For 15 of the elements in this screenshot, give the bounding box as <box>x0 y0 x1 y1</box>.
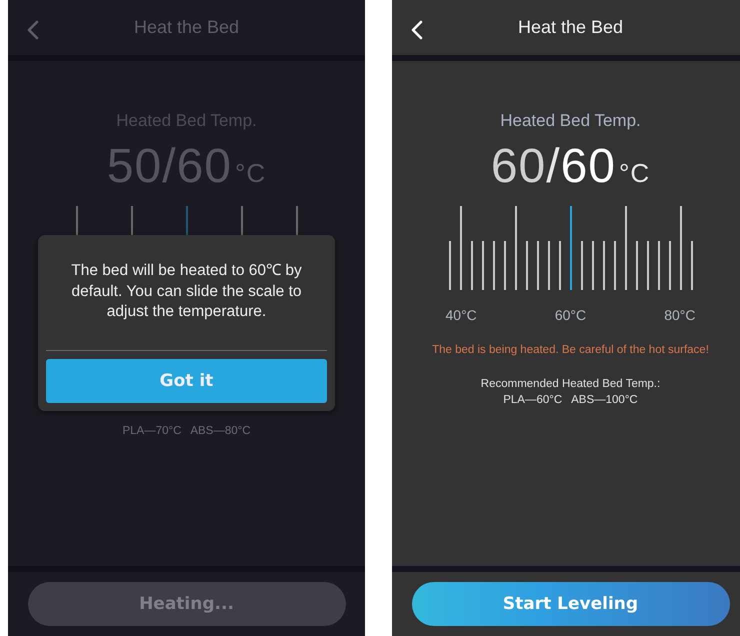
temperature-reading: 60/60°C <box>490 143 650 191</box>
screen-title: Heat the Bed <box>518 17 624 38</box>
recommended-text: PLA—70°C ABS—80°C <box>122 425 251 437</box>
got-it-button[interactable]: Got it <box>46 358 327 402</box>
recommended-text: Recommended Heated Bed Temp.: <box>480 378 660 390</box>
action-button[interactable]: Start Leveling <box>412 582 730 626</box>
screen-title: Heat the Bed <box>134 17 240 38</box>
temperature-reading: 50/60°C <box>106 143 266 191</box>
temp-label: Heated Bed Temp. <box>500 111 641 131</box>
recommended-text: PLA—60°C ABS—100°C <box>503 394 638 406</box>
scale-label: 60°C <box>554 307 586 325</box>
scale-label: 40°C <box>446 307 477 325</box>
dialog-message: The bed will be heated to 60℃ by default. You can slide the scale to adjust the temperature. <box>70 261 303 322</box>
warning-text: The bed is being heated. Be careful of the hot surface! <box>432 344 709 356</box>
scale-label: 80°C <box>664 307 696 325</box>
